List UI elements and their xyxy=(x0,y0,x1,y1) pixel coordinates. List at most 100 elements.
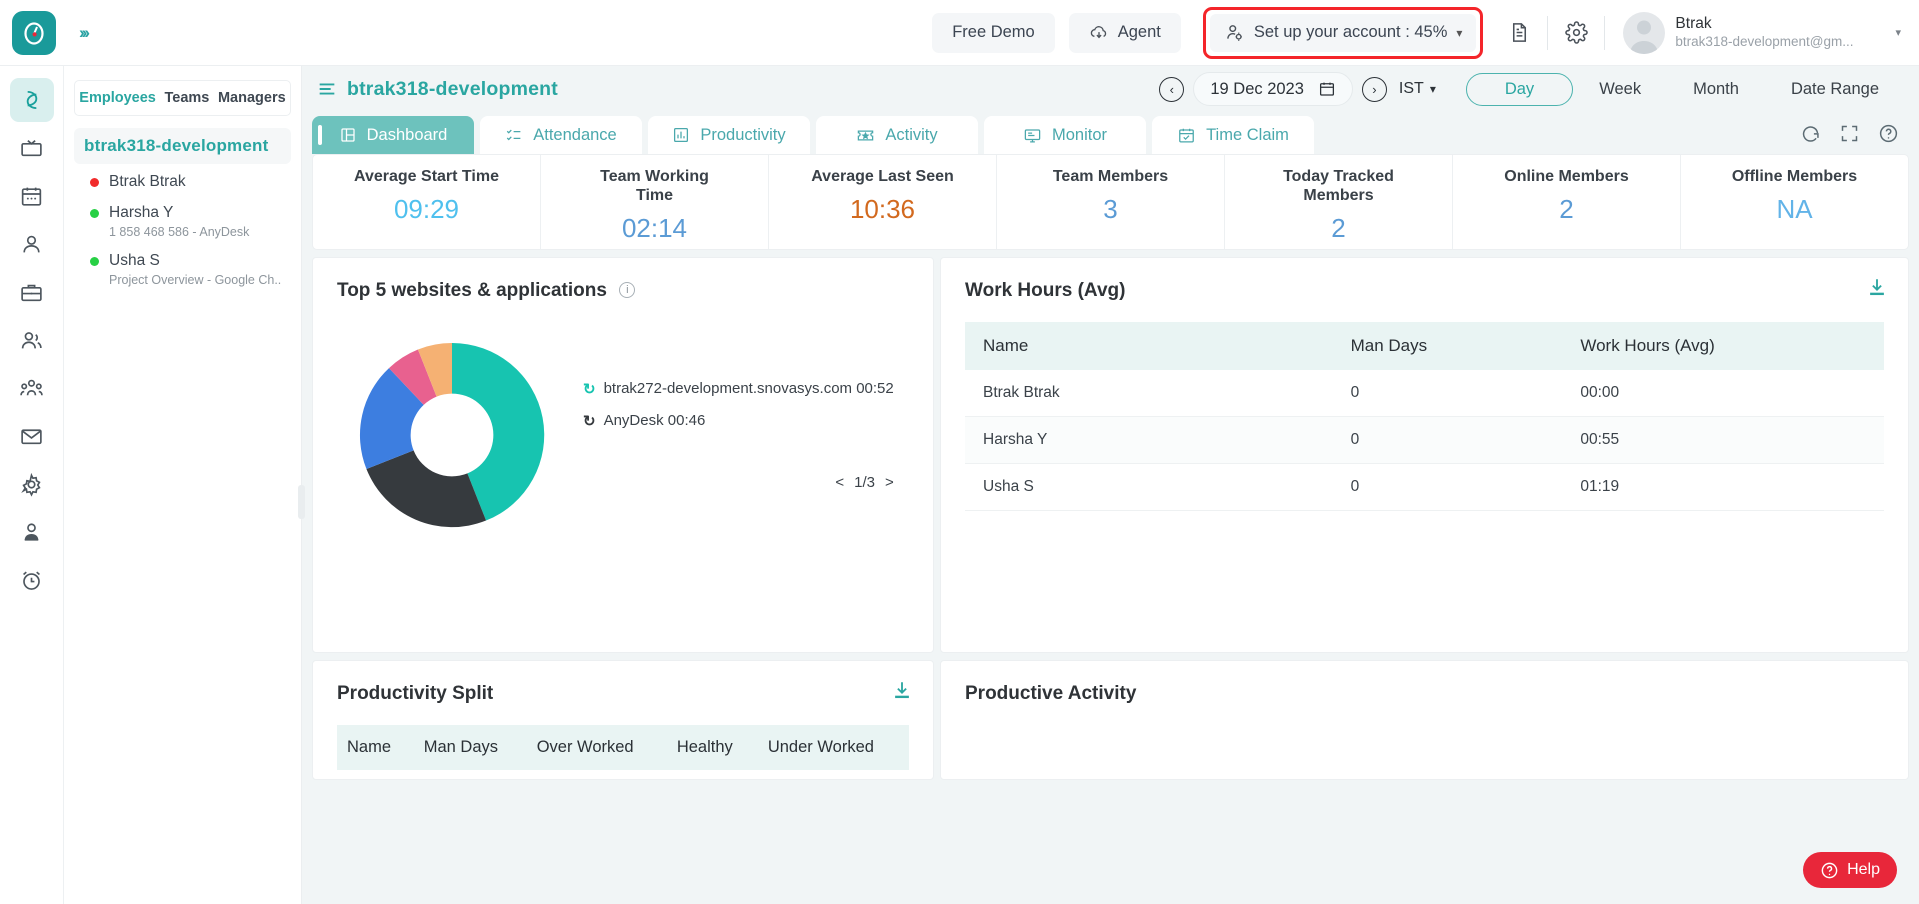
card-title: Work Hours (Avg) xyxy=(965,280,1126,301)
list-item[interactable]: Usha S Project Overview - Google Ch.. xyxy=(64,243,301,291)
rail-item-mail[interactable] xyxy=(10,414,54,458)
help-label: Help xyxy=(1847,861,1880,878)
kpi-label: Online Members xyxy=(1504,168,1629,185)
setup-account-button[interactable]: Set up your account : 45% ▾ xyxy=(1209,13,1477,52)
left-rail xyxy=(0,66,64,904)
pager-prev-button[interactable]: < xyxy=(835,474,844,491)
range-tab-date-range[interactable]: Date Range xyxy=(1765,73,1905,106)
tab-productivity[interactable]: Productivity xyxy=(648,116,810,154)
rail-item-team[interactable] xyxy=(10,318,54,362)
user-email: btrak318-development@gm... xyxy=(1675,33,1854,49)
kpi-value: 02:14 xyxy=(621,213,688,244)
alarm-clock-icon xyxy=(23,571,40,590)
rail-item-timer[interactable] xyxy=(10,558,54,602)
cards-row: Top 5 websites & applications i ↻ btrak2… xyxy=(312,257,1909,653)
user-info[interactable]: Btrak btrak318-development@gm... xyxy=(1675,14,1853,50)
rail-item-screens[interactable] xyxy=(10,126,54,170)
kpi-value: 09:29 xyxy=(393,194,460,225)
range-tab-month[interactable]: Month xyxy=(1667,73,1765,106)
kpi-label: Average Last Seen xyxy=(811,168,954,185)
help-button[interactable]: Help xyxy=(1803,852,1897,888)
range-tab-day-label: Day xyxy=(1504,79,1535,98)
rail-item-projects[interactable] xyxy=(10,270,54,314)
legend-item[interactable]: ↻ btrak272-development.snovasys.com 00:5… xyxy=(583,380,894,398)
kpi-team-members: Team Members 3 xyxy=(997,155,1225,249)
documents-button[interactable] xyxy=(1497,11,1541,55)
productivity-split-table: Name Man Days Over Worked Healthy Under … xyxy=(337,725,909,770)
rail-item-settings[interactable] xyxy=(10,462,54,506)
tab-monitor[interactable]: Monitor xyxy=(984,116,1146,154)
range-tab-day[interactable]: Day xyxy=(1465,72,1574,106)
menu-button[interactable] xyxy=(316,78,338,100)
top-bar: ››› Free Demo Agent Set up your account xyxy=(0,0,1919,66)
list-item[interactable]: Btrak Btrak xyxy=(64,164,301,195)
user-menu-chevron-down-icon[interactable]: ▾ xyxy=(1895,26,1901,39)
kpi-offline-members: Offline Members NA xyxy=(1681,155,1908,249)
sidebar-expand-button[interactable]: ››› xyxy=(66,13,100,53)
settings-gear-icon xyxy=(21,472,41,497)
tab-teams[interactable]: Teams xyxy=(162,90,211,106)
main-area: btrak318-development ‹ 19 Dec 2023 › IST xyxy=(302,66,1919,904)
timezone-selector[interactable]: IST ▾ xyxy=(1399,80,1436,98)
kpi-online-members: Online Members 2 xyxy=(1453,155,1681,249)
employees-panel: Employees Teams Managers btrak318-develo… xyxy=(64,66,305,904)
agent-button[interactable]: Agent xyxy=(1068,12,1181,53)
refresh-button[interactable] xyxy=(1800,123,1821,144)
rail-item-member[interactable] xyxy=(10,510,54,554)
next-day-button[interactable]: › xyxy=(1361,76,1387,102)
status-dot-online-icon xyxy=(90,208,99,218)
tv-monitor-icon xyxy=(21,139,42,156)
avatar[interactable] xyxy=(1623,11,1666,54)
rail-item-calendar[interactable] xyxy=(10,174,54,218)
page-title: btrak318-development xyxy=(347,77,558,100)
ticket-star-icon xyxy=(858,130,874,140)
info-icon[interactable]: i xyxy=(619,282,636,298)
table-row[interactable]: Btrak Btrak 0 00:00 xyxy=(965,370,1884,417)
table-row[interactable]: Harsha Y 0 00:55 xyxy=(965,416,1884,464)
nav-tabs: Dashboard Attendance Productivity Activi… xyxy=(302,112,1324,154)
download-icon[interactable] xyxy=(1866,276,1888,303)
tab-time-claim[interactable]: Time Claim xyxy=(1152,116,1314,154)
app-logo[interactable] xyxy=(12,10,56,55)
fullscreen-button[interactable] xyxy=(1839,123,1860,144)
tab-activity[interactable]: Activity xyxy=(816,116,978,154)
cell-work-hours: 00:55 xyxy=(1562,416,1884,464)
col-name: Name xyxy=(337,725,414,770)
download-icon[interactable] xyxy=(891,679,913,706)
team-name-header[interactable]: btrak318-development xyxy=(74,128,291,164)
rail-item-profile[interactable] xyxy=(10,222,54,266)
range-tab-week-label: Week xyxy=(1599,79,1642,98)
person-icon xyxy=(23,235,40,252)
col-healthy: Healthy xyxy=(666,725,758,770)
free-demo-button[interactable]: Free Demo xyxy=(932,12,1055,53)
user-gear-icon xyxy=(1227,25,1242,41)
prev-day-button[interactable]: ‹ xyxy=(1159,76,1185,102)
pager-next-button[interactable]: > xyxy=(885,474,894,491)
donut-chart[interactable] xyxy=(337,320,567,550)
tab-attendance-label: Attendance xyxy=(533,125,617,144)
rail-item-groups[interactable] xyxy=(10,366,54,410)
table-body: Btrak Btrak 0 00:00 Harsha Y 0 00:55 Ush… xyxy=(965,370,1884,511)
calendar-check-icon xyxy=(1179,128,1194,142)
rail-item-dashboard[interactable] xyxy=(9,78,54,122)
table-row[interactable]: Usha S 0 01:19 xyxy=(965,463,1884,511)
list-item[interactable]: Harsha Y 1 858 468 586 - AnyDesk xyxy=(64,195,301,243)
member-name: Harsha Y xyxy=(109,204,174,221)
tab-employees[interactable]: Employees xyxy=(77,90,158,106)
topbar-divider-1 xyxy=(1547,15,1549,50)
people-icon xyxy=(21,331,42,348)
range-tab-week[interactable]: Week xyxy=(1573,73,1667,106)
tab-attendance[interactable]: Attendance xyxy=(480,116,642,154)
settings-button[interactable] xyxy=(1554,11,1598,55)
help-info-button[interactable] xyxy=(1878,123,1899,144)
tab-activity-label: Activity xyxy=(885,125,938,144)
user-name: Btrak xyxy=(1675,15,1712,33)
tab-dashboard[interactable]: Dashboard xyxy=(312,116,474,154)
dashboard-icon xyxy=(26,90,37,110)
chevron-down-icon: ▾ xyxy=(1456,25,1463,40)
range-tab-bar: Day Week Month Date Range xyxy=(1465,72,1905,106)
tab-managers[interactable]: Managers xyxy=(216,90,288,106)
kpi-label: Team Working Time xyxy=(600,168,709,205)
date-picker[interactable]: 19 Dec 2023 xyxy=(1193,72,1353,106)
legend-item[interactable]: ↻ AnyDesk 00:46 xyxy=(583,412,894,430)
